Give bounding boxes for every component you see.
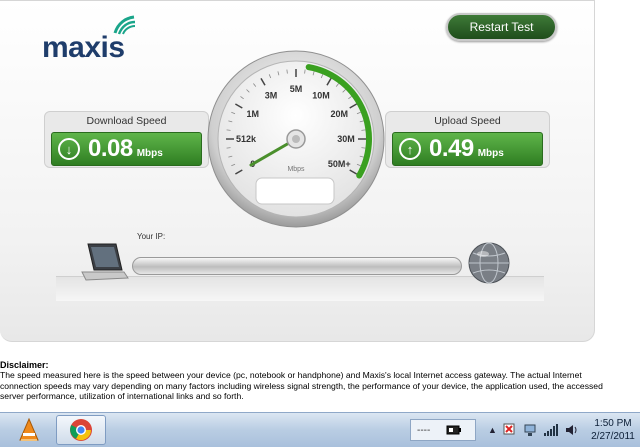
gauge-minor-tick xyxy=(361,147,366,149)
gauge-scale-label: 50M+ xyxy=(328,159,351,169)
gauge-minor-tick xyxy=(226,147,231,149)
gauge-scale-label: 3M xyxy=(265,91,278,101)
gauge-scale-label: 10M xyxy=(312,91,330,101)
disclaimer-text: The speed measured here is the speed bet… xyxy=(0,370,603,401)
gauge-scale-label: 512k xyxy=(236,134,257,144)
globe-icon xyxy=(468,242,510,284)
gauge-minor-tick xyxy=(226,129,231,131)
chrome-icon xyxy=(70,419,92,441)
upload-speed-panel: Upload Speed ↑ 0.49 Mbps xyxy=(385,111,550,168)
battery-text: ---- xyxy=(417,424,431,436)
clock-date: 2/27/2011 xyxy=(591,431,635,442)
download-speed-readout: ↓ 0.08 Mbps xyxy=(51,132,202,166)
taskbar-vlc-button[interactable] xyxy=(4,415,54,445)
network-icon[interactable] xyxy=(523,423,537,437)
taskbar-clock[interactable]: 1:50 PM 2/27/2011 xyxy=(588,417,638,443)
clock-time: 1:50 PM xyxy=(594,418,632,429)
download-arrow-icon: ↓ xyxy=(58,138,80,160)
gauge-scale-label: 5M xyxy=(290,84,303,94)
tray-expand-icon[interactable]: ▲ xyxy=(488,425,497,435)
signal-strength-icon[interactable] xyxy=(543,423,559,437)
page-margin xyxy=(620,0,640,412)
gauge-minor-tick xyxy=(304,69,306,74)
gauge-scale-label: 20M xyxy=(331,109,349,119)
gauge-hub-center xyxy=(292,135,300,143)
download-speed-value: 0.08 xyxy=(88,135,133,162)
gauge-readout-box xyxy=(255,177,335,205)
download-speed-label: Download Speed xyxy=(86,115,167,127)
windows-taskbar: ---- ▲ 1:50 PM 2/27/2011 xyxy=(0,412,640,447)
speaker-icon[interactable] xyxy=(565,423,579,437)
your-ip-label: Your IP: xyxy=(137,232,166,241)
system-tray: ▲ xyxy=(488,422,579,438)
connection-progress-track xyxy=(132,257,462,275)
laptop-icon xyxy=(81,243,129,281)
upload-speed-readout: ↑ 0.49 Mbps xyxy=(392,132,543,166)
gauge-minor-tick xyxy=(361,129,366,131)
action-center-flag-icon[interactable] xyxy=(503,423,517,437)
maxis-logo: maxis xyxy=(42,15,162,65)
upload-speed-value: 0.49 xyxy=(429,135,474,162)
upload-speed-unit: Mbps xyxy=(477,147,504,159)
speedtest-panel: maxis Restart Test Download Speed ↓ 0.08… xyxy=(0,0,595,342)
taskbar-chrome-button[interactable] xyxy=(56,415,106,445)
gauge-scale-label: 1M xyxy=(246,109,259,119)
speedometer-gauge: 0512k1M3M5M10M20M30M50M+ Mbps xyxy=(207,50,385,228)
gauge-minor-tick xyxy=(286,69,288,74)
disclaimer-title: Disclaimer: xyxy=(0,360,49,370)
upload-speed-label: Upload Speed xyxy=(434,115,501,127)
gauge-unit-label: Mbps xyxy=(287,166,305,173)
battery-indicator[interactable]: ---- xyxy=(410,419,476,441)
restart-test-button[interactable]: Restart Test xyxy=(446,13,557,41)
download-speed-unit: Mbps xyxy=(136,147,163,159)
upload-arrow-icon: ↑ xyxy=(399,138,421,160)
disclaimer-section: Disclaimer: The speed measured here is t… xyxy=(0,360,620,411)
battery-icon xyxy=(446,425,462,435)
vlc-icon xyxy=(19,418,39,441)
gauge-scale-label: 30M xyxy=(337,134,355,144)
logo-wordmark: maxis xyxy=(42,31,125,64)
download-speed-panel: Download Speed ↓ 0.08 Mbps xyxy=(44,111,209,168)
